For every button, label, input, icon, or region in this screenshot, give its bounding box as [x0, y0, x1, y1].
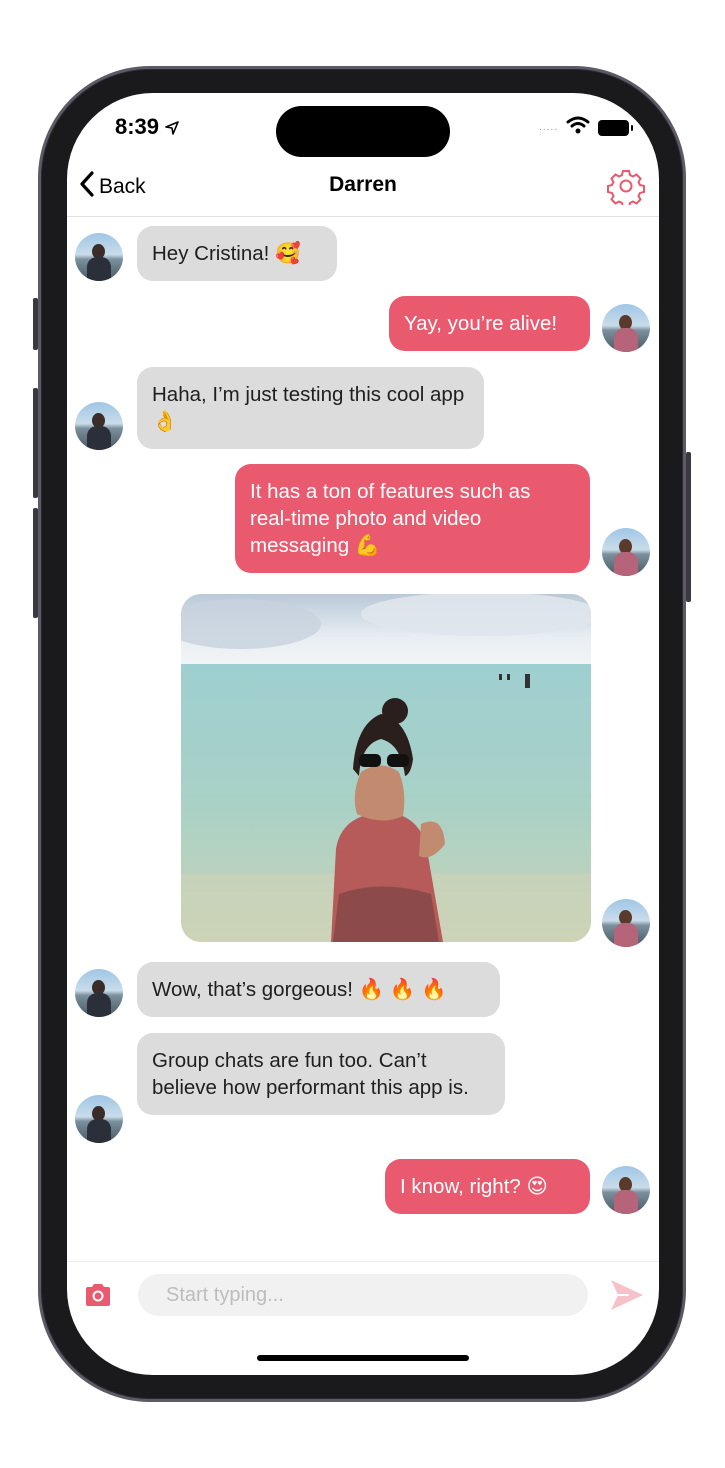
beach-photo-image — [181, 594, 591, 942]
chat-header: Back Darren — [67, 165, 659, 217]
side-button-power — [686, 452, 691, 602]
status-time-text: 8:39 — [115, 114, 160, 139]
navigation-arrow-icon — [165, 114, 179, 139]
user-avatar[interactable] — [602, 1166, 650, 1214]
message-bubble-incoming: Haha, I’m just testing this cool app 👌 — [137, 367, 484, 449]
battery-icon — [598, 119, 633, 136]
wifi-icon — [566, 116, 590, 139]
status-time: 8:39 — [115, 114, 179, 140]
message-bubble-outgoing: Yay, you’re alive! — [389, 296, 590, 351]
user-avatar[interactable] — [602, 528, 650, 576]
message-bubble-incoming: Wow, that’s gorgeous! 🔥 🔥 🔥 — [137, 962, 500, 1017]
message-composer — [67, 1261, 659, 1327]
phone-screen: 8:39 ..... Back Darren Hey Cristina! 🥰 Y… — [67, 93, 659, 1375]
user-avatar[interactable] — [602, 899, 650, 947]
contact-avatar[interactable] — [75, 233, 123, 281]
send-button[interactable] — [609, 1278, 645, 1312]
home-indicator[interactable] — [257, 1355, 469, 1361]
contact-avatar[interactable] — [75, 969, 123, 1017]
user-avatar[interactable] — [602, 304, 650, 352]
dynamic-island — [276, 106, 450, 157]
message-bubble-incoming: Hey Cristina! 🥰 — [137, 226, 337, 281]
send-icon — [609, 1280, 645, 1316]
chat-title: Darren — [329, 173, 397, 196]
status-icons: ..... — [539, 116, 633, 139]
signal-dots: ..... — [539, 122, 558, 133]
message-bubble-incoming: Group chats are fun too. Can’t believe h… — [137, 1033, 505, 1115]
message-bubble-outgoing: It has a ton of features such as real-ti… — [235, 464, 590, 573]
camera-button[interactable] — [83, 1282, 113, 1308]
settings-button[interactable] — [607, 167, 645, 208]
photo-message[interactable] — [181, 594, 591, 942]
camera-icon — [83, 1284, 113, 1312]
message-bubble-outgoing: I know, right? 😍 — [385, 1159, 590, 1214]
contact-avatar[interactable] — [75, 1095, 123, 1143]
message-input[interactable] — [138, 1274, 588, 1316]
gear-icon — [607, 170, 645, 209]
contact-avatar[interactable] — [75, 402, 123, 450]
